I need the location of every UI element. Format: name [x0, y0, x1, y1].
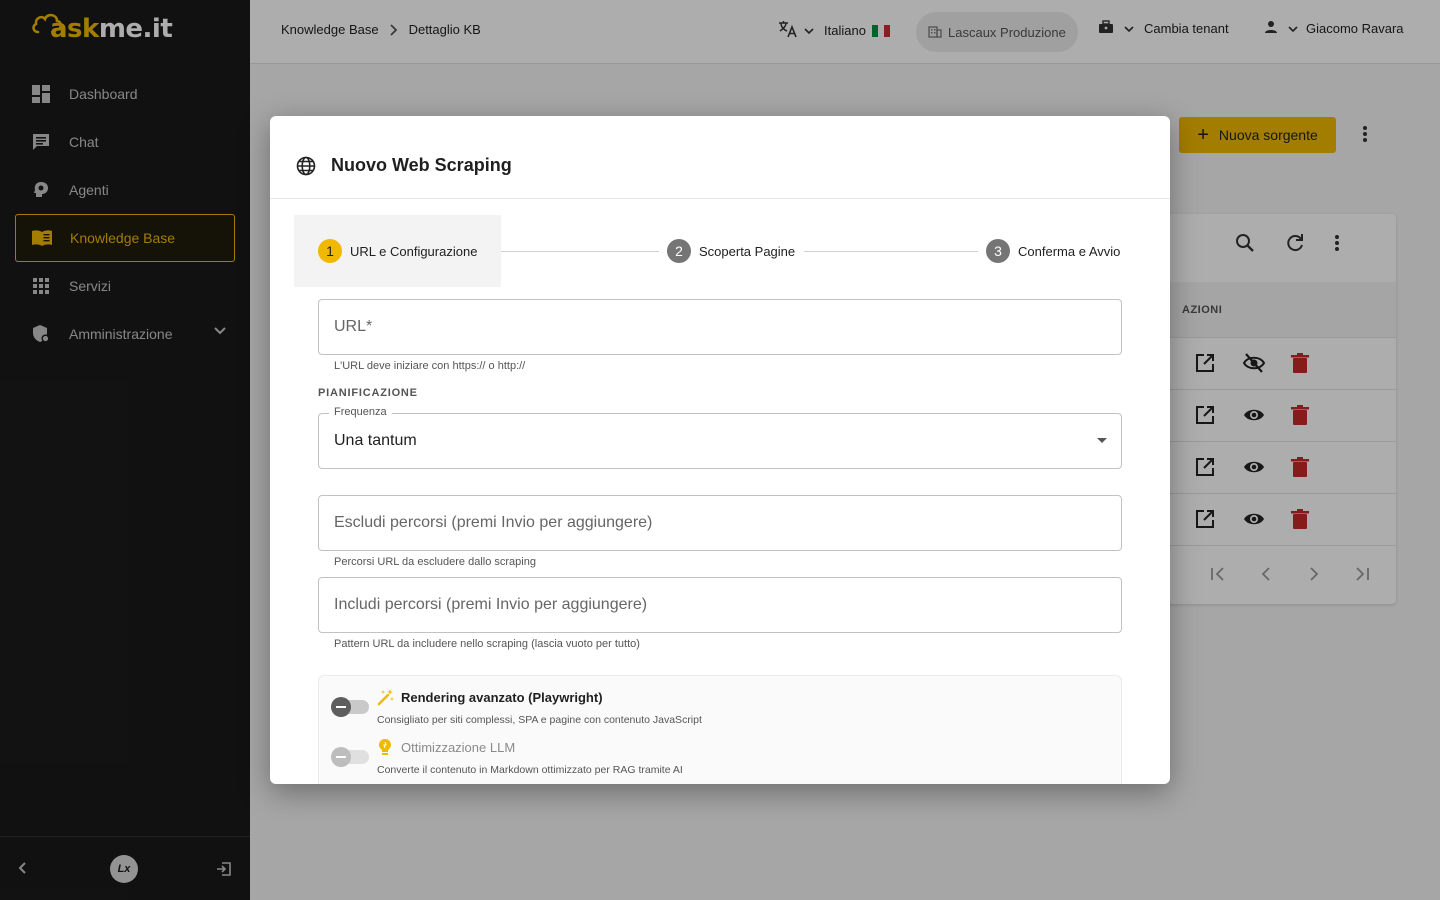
frequency-value: Una tantum	[334, 432, 417, 449]
stepper-connector	[804, 251, 978, 252]
step-page-discovery[interactable]: 2 Scoperta Pagine	[667, 215, 795, 287]
option-description: Consigliato per siti complessi, SPA e pa…	[377, 714, 702, 726]
exclude-paths-field[interactable]	[318, 495, 1122, 551]
lightbulb-icon	[377, 738, 393, 761]
include-paths-field[interactable]	[318, 577, 1122, 633]
step-label: Conferma e Avvio	[1018, 243, 1121, 259]
option-title: Rendering avanzato (Playwright)	[401, 690, 603, 705]
globe-icon	[296, 156, 316, 181]
web-scraping-dialog: Nuovo Web Scraping 1 URL e Configurazion…	[270, 116, 1170, 784]
schedule-section-label: PIANIFICAZIONE	[318, 387, 418, 399]
toggle-knob	[331, 747, 351, 767]
url-input[interactable]	[319, 300, 1121, 354]
stepper-connector	[501, 251, 659, 252]
include-paths-input[interactable]	[319, 578, 1121, 632]
step-label: Scoperta Pagine	[699, 243, 796, 259]
exclude-paths-input[interactable]	[319, 496, 1121, 550]
stepper: 1 URL e Configurazione 2 Scoperta Pagine…	[294, 215, 1146, 287]
dialog-title: Nuovo Web Scraping	[331, 155, 512, 175]
option-playwright: Rendering avanzato (Playwright) Consigli…	[319, 676, 1123, 726]
url-hint: L'URL deve iniziare con https:// o http:…	[334, 360, 526, 372]
step-number: 1	[318, 239, 342, 263]
llm-optimization-toggle[interactable]	[331, 747, 369, 767]
dialog-header: Nuovo Web Scraping	[270, 116, 1170, 199]
dropdown-arrow-icon	[1097, 438, 1107, 443]
url-field[interactable]	[318, 299, 1122, 355]
step-label: URL e Configurazione	[350, 243, 478, 259]
toggle-knob	[331, 697, 351, 717]
advanced-options-panel: Rendering avanzato (Playwright) Consigli…	[318, 675, 1122, 784]
include-paths-hint: Pattern URL da includere nello scraping …	[334, 638, 640, 650]
option-llm-optimization: Ottimizzazione LLM Converte il contenuto…	[319, 726, 1123, 776]
step-url-config[interactable]: 1 URL e Configurazione	[294, 215, 501, 287]
frequency-label: Frequenza	[329, 406, 392, 418]
option-description: Converte il contenuto in Markdown ottimi…	[377, 764, 683, 776]
step-number: 2	[667, 239, 691, 263]
frequency-select[interactable]: Frequenza Una tantum	[318, 406, 1122, 469]
playwright-toggle[interactable]	[331, 697, 369, 717]
step-confirm-start[interactable]: 3 Conferma e Avvio	[986, 215, 1120, 287]
option-title: Ottimizzazione LLM	[401, 740, 516, 755]
exclude-paths-hint: Percorsi URL da escludere dallo scraping	[334, 556, 536, 568]
step-number: 3	[986, 239, 1010, 263]
magic-wand-icon	[377, 688, 395, 711]
